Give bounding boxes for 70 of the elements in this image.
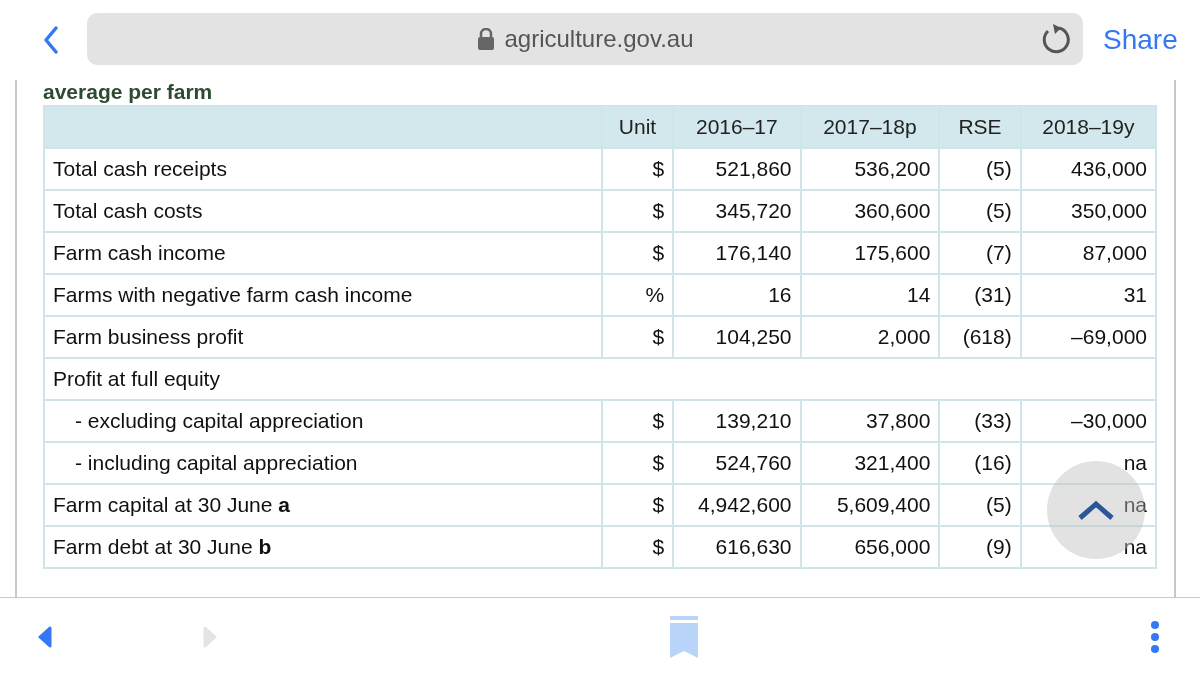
table-cell: 436,000 [1020, 148, 1156, 190]
table-cell: 37,800 [800, 400, 940, 442]
row-label: Profit at full equity [53, 367, 220, 390]
table-cell: 175,600 [800, 232, 940, 274]
table-cell: 5,609,400 [800, 484, 940, 526]
row-label: Total cash receipts [53, 157, 227, 180]
table-cell: $ [601, 526, 674, 568]
row-label: Farms with negative farm cash income [53, 283, 413, 306]
table-cell: $ [601, 484, 674, 526]
table-cell: $ [601, 148, 674, 190]
table-cell: 104,250 [673, 316, 801, 358]
table-cell: –69,000 [1020, 316, 1156, 358]
row-label: Farm debt at 30 June b [53, 535, 272, 558]
table-cell: $ [601, 400, 674, 442]
row-label: Farm cash income [53, 241, 226, 264]
table-cell: (9) [939, 526, 1021, 568]
dots-icon [1150, 619, 1160, 654]
triangle-right-icon [203, 625, 218, 648]
table-cell: (5) [939, 484, 1021, 526]
table-cell: 350,000 [1020, 190, 1156, 232]
table-cell: (5) [939, 190, 1021, 232]
column-header: 2016–17 [673, 106, 801, 148]
table-cell: 656,000 [800, 526, 940, 568]
table-cell: (7) [939, 232, 1021, 274]
table-cell: 521,860 [673, 148, 801, 190]
address-bar[interactable]: agriculture.gov.au [87, 13, 1083, 65]
table-cell: $ [601, 442, 674, 484]
url-text: agriculture.gov.au [504, 25, 694, 53]
table-cell: 176,140 [673, 232, 801, 274]
table-cell: (618) [939, 316, 1021, 358]
column-header: Unit [601, 106, 674, 148]
table-cell: 616,630 [673, 526, 801, 568]
table-cell: 536,200 [800, 148, 940, 190]
table-cell: na [1020, 442, 1156, 484]
table-heading: average per farm [43, 80, 214, 104]
table-cell: 345,720 [673, 190, 801, 232]
table-cell: (5) [939, 148, 1021, 190]
table-cell: 2,000 [800, 316, 940, 358]
table-cell: (33) [939, 400, 1021, 442]
share-button[interactable]: Share [1101, 20, 1180, 60]
table-cell: 360,600 [800, 190, 940, 232]
table-cell: (31) [939, 274, 1021, 316]
table-cell: $ [601, 232, 674, 274]
row-label: - excluding capital appreciation [75, 409, 364, 432]
table-cell: na [1020, 526, 1156, 568]
table-cell: 87,000 [1020, 232, 1156, 274]
row-label: Farm capital at 30 June a [53, 493, 290, 516]
row-label: - including capital appreciation [75, 451, 358, 474]
table-cell: $ [601, 190, 674, 232]
table-cell: 524,760 [673, 442, 801, 484]
column-header: RSE [939, 106, 1021, 148]
table-cell: na [1020, 484, 1156, 526]
table-cell: 14 [800, 274, 940, 316]
table-cell: $ [601, 316, 674, 358]
table-cell: 4,942,600 [673, 484, 801, 526]
column-header: 2018–19y [1020, 106, 1156, 148]
chevron-up-icon [1076, 498, 1116, 522]
table-cell: 321,400 [800, 442, 940, 484]
triangle-left-icon [38, 625, 52, 648]
table-cell: 16 [673, 274, 801, 316]
row-label: Farm business profit [53, 325, 244, 348]
table-cell: (16) [939, 442, 1021, 484]
table-cell: 31 [1020, 274, 1156, 316]
column-header: 2017–18p [800, 106, 940, 148]
table-cell: % [601, 274, 674, 316]
table-cell: 139,210 [673, 400, 801, 442]
chevron-left-icon [43, 26, 59, 54]
bookmark-icon [668, 614, 699, 659]
table-cell: –30,000 [1020, 400, 1156, 442]
row-label: Total cash costs [53, 199, 203, 222]
